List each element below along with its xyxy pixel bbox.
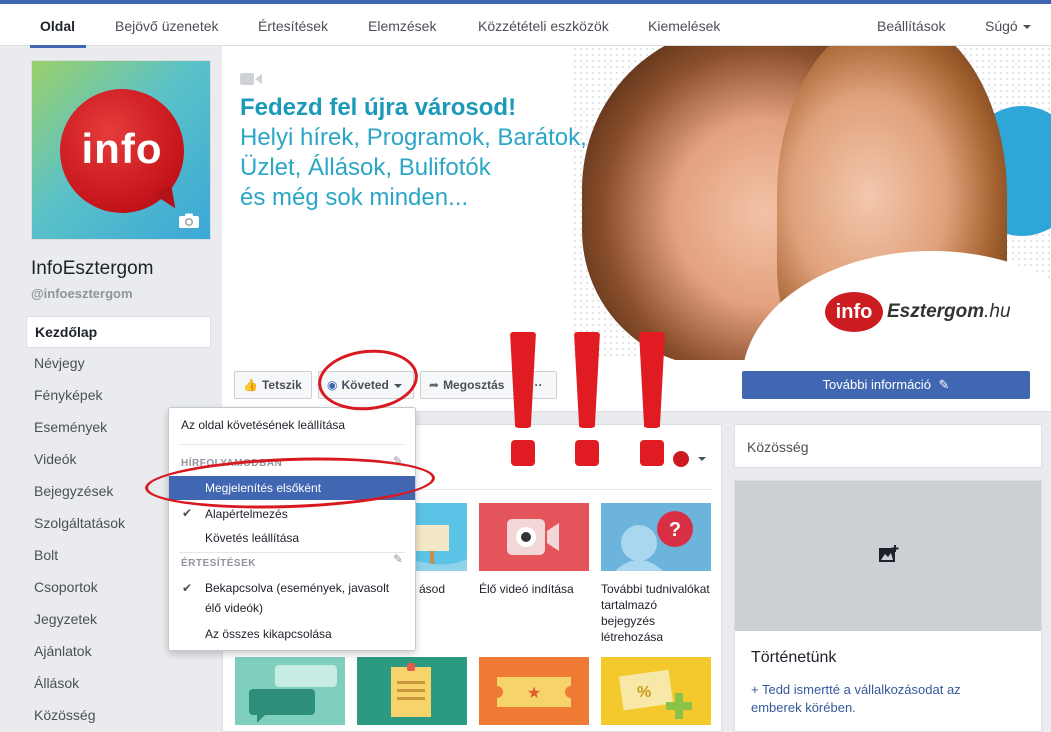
story-title: Történetünk [751, 649, 837, 666]
notepad-icon [357, 657, 467, 725]
like-button[interactable]: 👍 Tetszik [234, 371, 312, 399]
tile-more-info-line-3: bejegyzés [601, 614, 656, 628]
tile-note[interactable] [357, 657, 467, 725]
more-info-button[interactable]: További információ ✎ [742, 371, 1030, 399]
help-menu[interactable]: Súgó [985, 18, 1031, 34]
exclamation-bar [510, 332, 536, 428]
exclamation-dot [511, 440, 535, 466]
tile-more-info-line-1: További tudnivalókat [601, 582, 710, 596]
sidebar-item-community[interactable]: Közösség [26, 700, 211, 732]
tile-chat[interactable] [235, 657, 345, 725]
exclamation-dot [640, 440, 664, 466]
cover-line-3: és még sok minden... [240, 184, 469, 211]
chevron-down-icon [1022, 25, 1031, 30]
exclamation-mark-2 [572, 332, 602, 472]
top-navigation: Oldal Bejövő üzenetek Értesítések Elemzé… [0, 0, 1051, 48]
tile-go-live-label: Élő videó indítása [479, 582, 574, 596]
tab-promotions[interactable]: Kiemelések [648, 18, 720, 34]
tab-publishing-tools[interactable]: Közzétételi eszközök [478, 18, 609, 34]
svg-text:★: ★ [527, 683, 541, 702]
brand-name-text: Esztergom [887, 301, 985, 322]
brand-name: Esztergom.hu [887, 301, 1011, 323]
notifications-on-line-1: Bekapcsolva (események, javasolt [205, 581, 390, 595]
tile-ticket[interactable]: ★ [479, 657, 589, 725]
sidebar-item-jobs[interactable]: Állások [26, 668, 211, 700]
exclamation-mark-3 [637, 332, 667, 472]
camera-icon[interactable] [178, 213, 200, 229]
chevron-down-icon[interactable] [698, 457, 706, 461]
more-info-label: További információ [822, 377, 931, 392]
following-dropdown-menu: Az oldal követésének leállítása HÍRFOLYA… [168, 407, 416, 651]
svg-text:%: % [637, 684, 651, 701]
cover-headline: Fedezd fel újra városod! [240, 94, 517, 121]
tab-inbox[interactable]: Bejövő üzenetek [115, 18, 219, 34]
menu-divider [179, 552, 405, 553]
video-camera-icon [479, 503, 589, 571]
help-label: Súgó [985, 18, 1018, 34]
settings-link[interactable]: Beállítások [877, 18, 945, 34]
like-label: Tetszik [261, 378, 302, 392]
pencil-icon[interactable]: ✎ [393, 552, 403, 566]
page-title[interactable]: InfoEsztergom [31, 258, 154, 280]
video-camera-icon [240, 70, 262, 85]
cover-line-2: Üzlet, Állások, Bulifotók [240, 154, 491, 181]
profile-picture[interactable]: info [31, 60, 211, 240]
add-photo-icon [879, 545, 899, 566]
tab-insights[interactable]: Elemzések [368, 18, 436, 34]
tile-go-live[interactable] [479, 503, 589, 571]
cover-brand-logo: info Esztergom.hu [825, 292, 1011, 332]
our-story-box: Történetünk + Tedd ismertté a vállalkozá… [734, 480, 1042, 732]
tile-discount[interactable]: % [601, 657, 711, 725]
question-person-icon: ? [601, 503, 711, 571]
cover-line-1: Helyi hírek, Programok, Barátok, [240, 124, 587, 151]
notifications-on-line-2: élő videók) [205, 601, 264, 615]
tile-more-info-post[interactable]: ? [601, 503, 711, 571]
cover-photo[interactable]: Fedezd fel újra városod! Helyi hírek, Pr… [222, 46, 1051, 360]
menu-item-notifications-on[interactable]: Bekapcsolva (események, javasolt élő vid… [169, 578, 415, 618]
menu-item-all-off[interactable]: Az összes kikapcsolása [169, 624, 415, 644]
active-tab-indicator [30, 45, 86, 48]
share-button[interactable]: ➦ Megosztás [420, 371, 516, 399]
story-add-link[interactable]: + Tedd ismertté a vállalkozásodat az emb… [751, 681, 961, 717]
sidebar-item-about[interactable]: Névjegy [26, 348, 211, 380]
tab-page[interactable]: Oldal [40, 18, 75, 34]
menu-item-stop-following[interactable]: Az oldal követésének leállítása [169, 418, 415, 432]
exclamation-dot [575, 440, 599, 466]
tab-notifications[interactable]: Értesítések [258, 18, 328, 34]
page-avatar-icon[interactable] [673, 451, 689, 467]
menu-divider [179, 444, 405, 445]
story-add-link-line-1: + Tedd ismertté a vállalkozásodat az [751, 682, 961, 697]
menu-item-unfollow[interactable]: Követés leállítása [169, 528, 415, 548]
tile-more-info-line-4: létrehozása [601, 630, 664, 644]
page-handle[interactable]: @infoesztergom [31, 286, 133, 301]
brand-pill: info [825, 292, 883, 332]
logo-text: info [81, 125, 163, 172]
tile-more-info-line-2: tartalmazó [601, 598, 658, 612]
sidebar-item-home[interactable]: Kezdőlap [26, 316, 211, 348]
pencil-icon: ✎ [938, 377, 950, 392]
svg-text:?: ? [669, 519, 681, 541]
story-add-link-line-2: emberek körében. [751, 700, 856, 715]
share-arrow-icon: ➦ [429, 378, 440, 392]
exclamation-bar [574, 332, 600, 428]
story-cover-placeholder[interactable] [735, 481, 1041, 631]
community-box: Közösség [734, 424, 1042, 468]
tile-more-info-label: További tudnivalókat tartalmazó bejegyzé… [601, 581, 719, 645]
share-label: Megosztás [443, 378, 505, 392]
chat-bubbles-icon [235, 657, 345, 725]
discount-plus-icon: % [601, 657, 711, 725]
menu-header-notifications: ÉRTESÍTÉSEK [181, 558, 256, 569]
exclamation-mark-1 [508, 332, 538, 472]
exclamation-bar [639, 332, 665, 428]
community-title[interactable]: Közösség [747, 439, 808, 455]
thumbs-up-icon: 👍 [243, 378, 258, 392]
ticket-icon: ★ [479, 657, 589, 725]
brand-tld: .hu [984, 301, 1011, 322]
